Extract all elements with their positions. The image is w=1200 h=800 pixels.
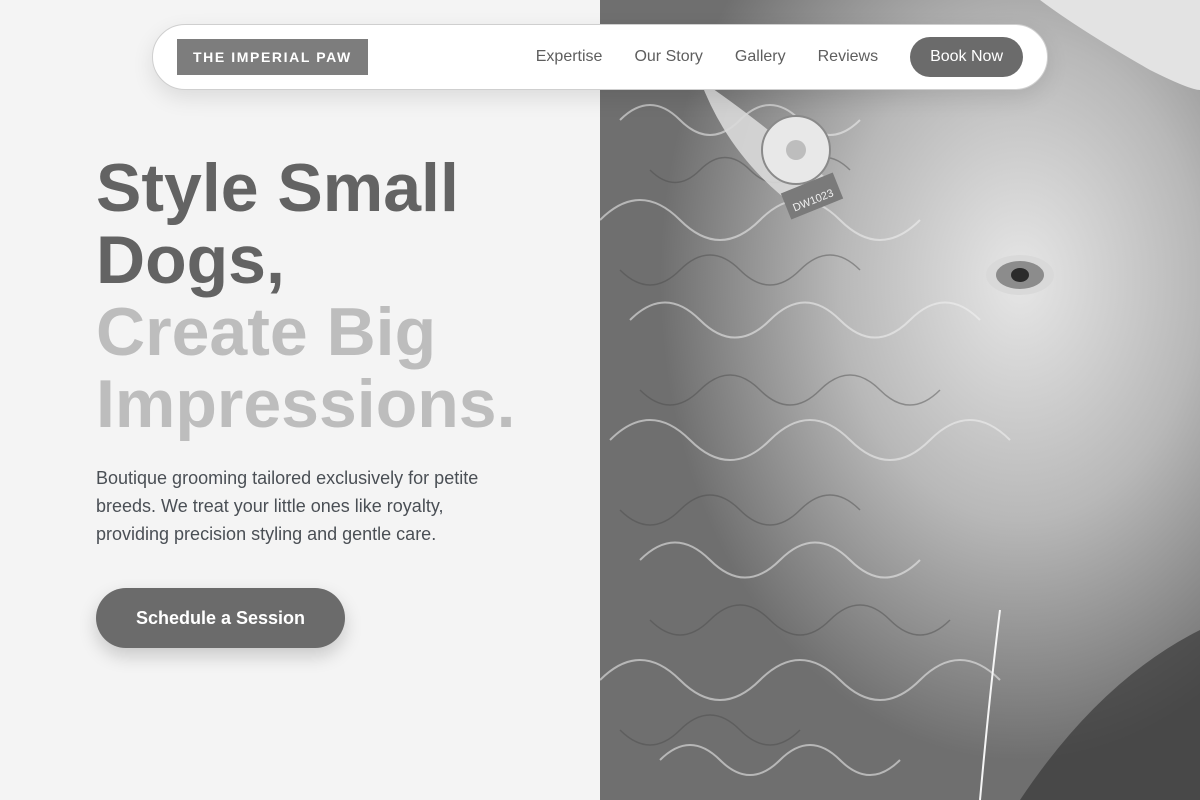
brand-logo[interactable]: THE IMPERIAL PAW (177, 39, 368, 75)
hero-subtext: Boutique grooming tailored exclusively f… (96, 468, 479, 544)
nav-link-our-story[interactable]: Our Story (634, 48, 702, 66)
nav-links: Expertise Our Story Gallery Reviews Book… (536, 37, 1023, 77)
hero-photo: DW1023 (600, 0, 1200, 800)
hero-headline: Style Small Dogs, Create Big Impressions… (96, 152, 596, 440)
top-navbar: THE IMPERIAL PAW Expertise Our Story Gal… (152, 24, 1048, 90)
sheep-photo-illustration: DW1023 (600, 0, 1200, 800)
headline-line-2: Create Big Impressions. (96, 294, 516, 442)
nav-link-reviews[interactable]: Reviews (818, 48, 878, 66)
book-now-button[interactable]: Book Now (910, 37, 1023, 77)
nav-link-expertise[interactable]: Expertise (536, 48, 603, 66)
nav-link-gallery[interactable]: Gallery (735, 48, 786, 66)
headline-line-1: Style Small Dogs, (96, 150, 459, 298)
schedule-session-button[interactable]: Schedule a Session (96, 588, 345, 648)
